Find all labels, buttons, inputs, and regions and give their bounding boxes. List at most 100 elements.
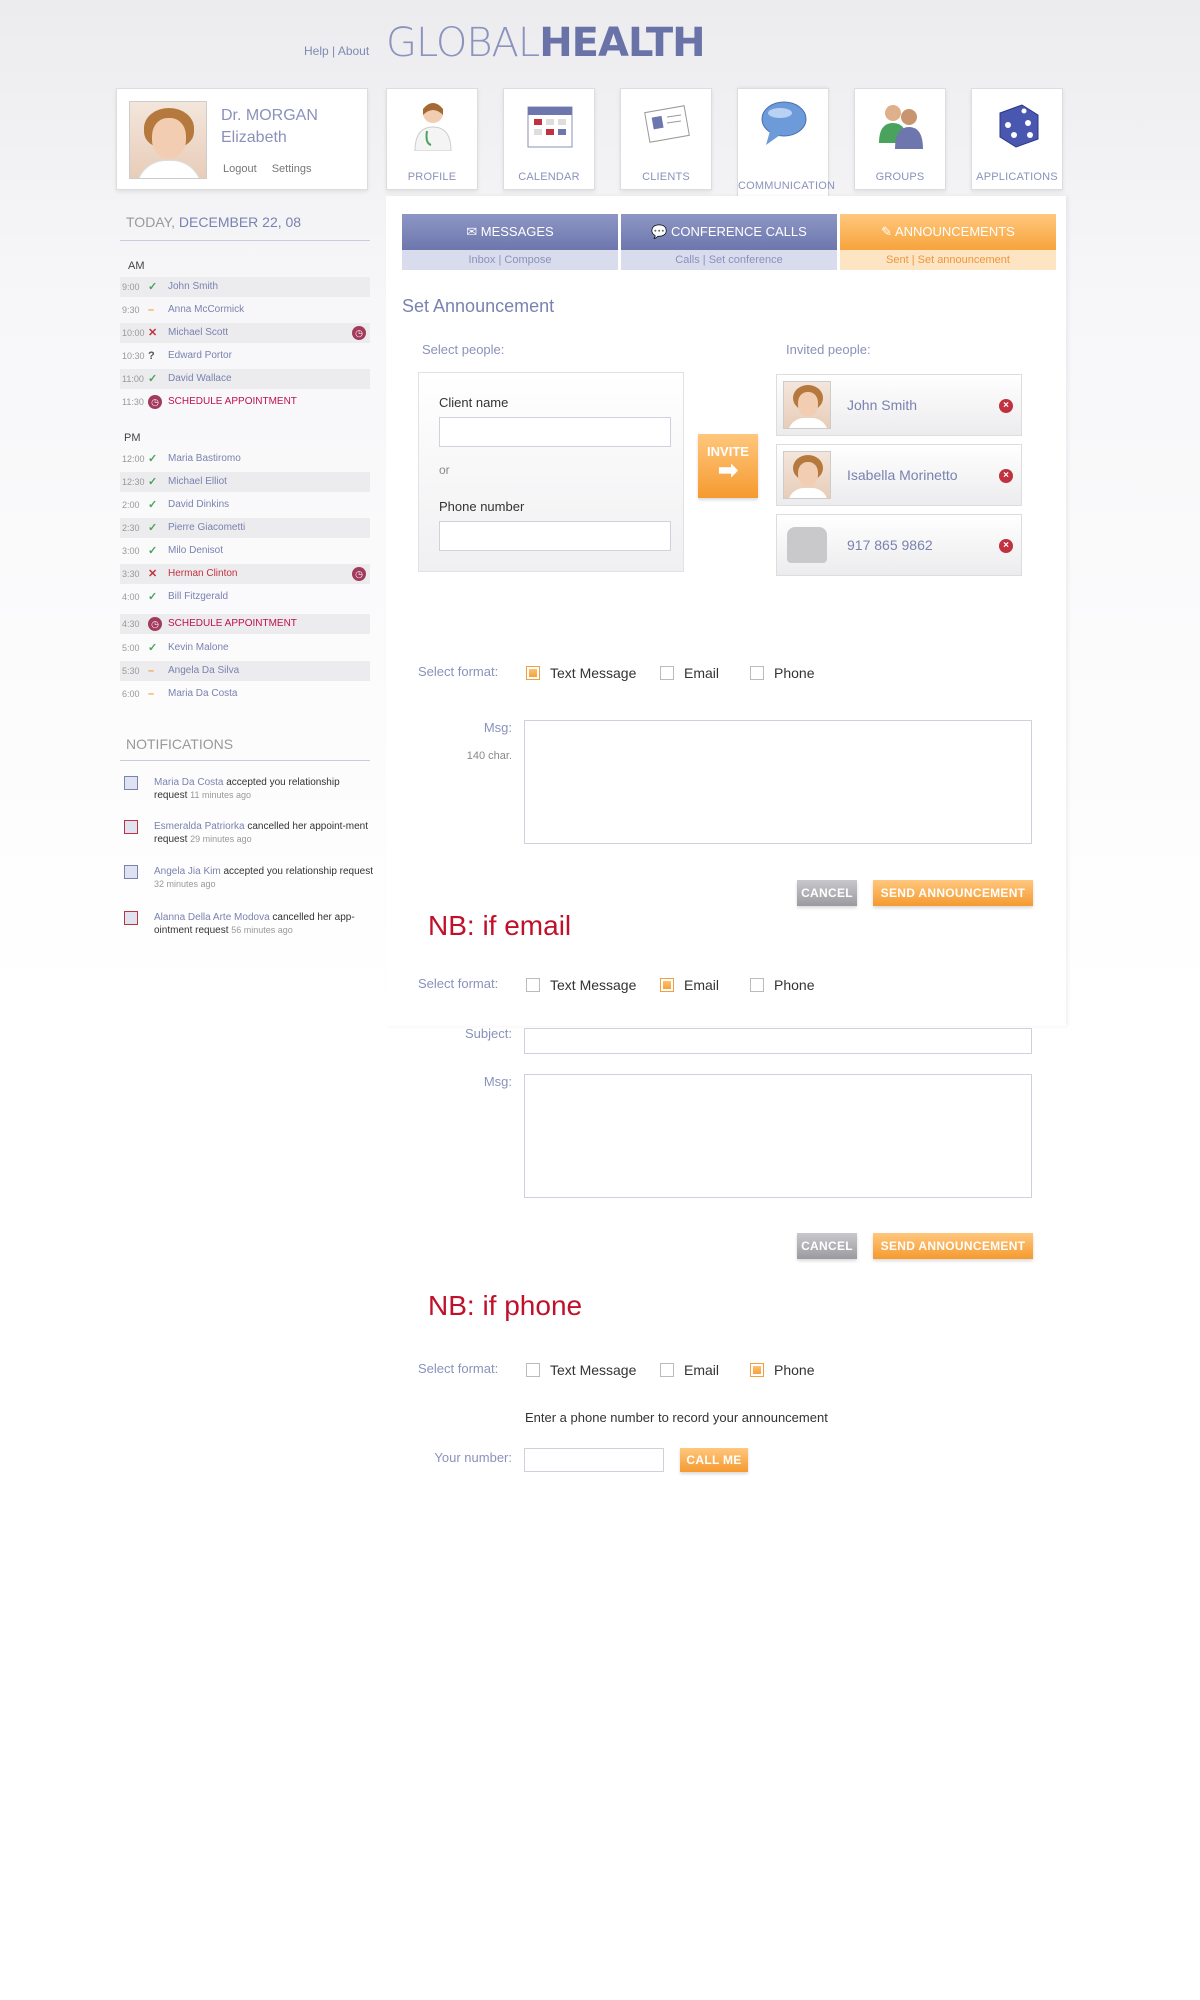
nav-tile-clients[interactable]: CLIENTS — [620, 88, 712, 190]
call-me-button[interactable]: CALL ME — [680, 1448, 748, 1472]
nav-tile-groups[interactable]: GROUPS — [854, 88, 946, 190]
cancel-button[interactable]: CANCEL — [797, 880, 857, 906]
check-icon: ✓ — [148, 476, 158, 488]
about-link[interactable]: About — [338, 44, 369, 58]
email-message-textarea[interactable] — [524, 1074, 1032, 1198]
subtab-announcements[interactable]: ✎ ANNOUNCEMENTS Sent | Set announcement — [840, 214, 1056, 270]
set-announcement-link[interactable]: Set announcement — [918, 254, 1010, 266]
nav-tile-profile[interactable]: PROFILE — [386, 88, 478, 190]
phone-checkbox[interactable] — [750, 666, 764, 680]
appointment-row[interactable]: 5:30 – Angela Da Silva — [120, 661, 370, 681]
text-message-checkbox[interactable] — [526, 978, 540, 992]
appointment-row[interactable]: 12:00 ✓ Maria Bastiromo — [120, 449, 370, 469]
am-label: AM — [128, 260, 145, 272]
avatar — [783, 381, 831, 429]
calls-link[interactable]: Calls — [675, 254, 699, 266]
telephone-icon — [787, 527, 827, 563]
check-icon: ✓ — [148, 522, 158, 534]
appointment-row[interactable]: 2:00 ✓ David Dinkins — [120, 495, 370, 515]
relationship-accepted-icon — [124, 865, 138, 879]
note-if-phone: NB: if phone — [428, 1290, 583, 1321]
phone-checkbox[interactable] — [750, 978, 764, 992]
text-message-checkbox[interactable] — [526, 666, 540, 680]
page-title: Set Announcement — [402, 296, 555, 316]
pending-icon: – — [148, 688, 155, 700]
subject-input[interactable] — [524, 1028, 1032, 1054]
appointment-row[interactable]: 9:00 ✓ John Smith — [120, 277, 370, 297]
logo: GLOBALHEALTH — [386, 20, 706, 66]
client-name-input[interactable] — [439, 417, 671, 447]
subtab-messages[interactable]: ✉ MESSAGES Inbox | Compose — [402, 214, 618, 270]
format-selector: Select format: Text Message Email Phone — [418, 664, 1018, 684]
schedule-appointment-row[interactable]: 11:30 ◷ SCHEDULE APPOINTMENT — [120, 392, 370, 412]
text-message-label: Text Message — [550, 1362, 637, 1378]
logo-light: GLOBAL — [386, 20, 540, 66]
dice-icon — [999, 104, 1039, 148]
set-conference-link[interactable]: Set conference — [709, 254, 783, 266]
doctor-first-name: Elizabeth — [221, 129, 287, 146]
check-icon: ✓ — [148, 281, 158, 293]
nav-tile-communication[interactable]: COMMUNICATION — [737, 88, 835, 198]
client-name-label: Client name — [439, 395, 509, 410]
invited-person-card: John Smith × — [776, 374, 1022, 436]
nav-tile-applications[interactable]: APPLICATIONS — [971, 88, 1063, 190]
appointment-row[interactable]: 10:00 ✕ Michael Scott ◷ — [120, 323, 370, 343]
clock-icon: ◷ — [148, 617, 162, 631]
email-checkbox[interactable] — [660, 666, 674, 680]
nav-label: APPLICATIONS — [976, 171, 1058, 183]
cancel-icon: ✕ — [148, 568, 158, 580]
phone-label: Phone — [774, 977, 815, 993]
pm-label: PM — [124, 432, 141, 444]
subtab-conference-calls[interactable]: 💬 CONFERENCE CALLS Calls | Set conferenc… — [621, 214, 837, 270]
select-format-label: Select format: — [418, 664, 499, 679]
phone-checkbox[interactable] — [750, 1363, 764, 1377]
profile-links: Logout Settings — [223, 163, 323, 175]
compose-link[interactable]: Compose — [504, 254, 551, 266]
your-number-input[interactable] — [524, 1448, 664, 1472]
sent-link[interactable]: Sent — [886, 254, 909, 266]
speech-bubble-icon — [761, 101, 807, 145]
help-link[interactable]: Help — [304, 44, 329, 58]
today-date: TODAY, DECEMBER 22, 08 — [126, 214, 301, 230]
appointment-row[interactable]: 10:30 ? Edward Portor — [120, 346, 370, 366]
appointment-row[interactable]: 3:00 ✓ Milo Denisot — [120, 541, 370, 561]
clock-icon[interactable]: ◷ — [352, 567, 366, 581]
phone-number-input[interactable] — [439, 521, 671, 551]
settings-link[interactable]: Settings — [272, 163, 312, 175]
appointment-row[interactable]: 2:30 ✓ Pierre Giacometti — [120, 518, 370, 538]
logout-link[interactable]: Logout — [223, 163, 257, 175]
email-checkbox[interactable] — [660, 978, 674, 992]
remove-icon[interactable]: × — [999, 399, 1013, 413]
text-message-checkbox[interactable] — [526, 1363, 540, 1377]
nav-label: CLIENTS — [642, 171, 690, 183]
invite-button[interactable]: INVITE ➡ — [698, 434, 758, 498]
invited-phone-card: 917 865 9862 × — [776, 514, 1022, 576]
appointment-row[interactable]: 9:30 – Anna McCormick — [120, 300, 370, 320]
link-separator: | — [332, 44, 336, 58]
appointment-row[interactable]: 3:30 ✕ Herman Clinton ◷ — [120, 564, 370, 584]
phone-label: Phone — [774, 665, 815, 681]
appointment-row[interactable]: 5:00 ✓ Kevin Malone — [120, 638, 370, 658]
cancel-button[interactable]: CANCEL — [797, 1233, 857, 1259]
inbox-link[interactable]: Inbox — [469, 254, 496, 266]
logo-bold: HEALTH — [539, 20, 705, 66]
appointment-row[interactable]: 6:00 – Maria Da Costa — [120, 684, 370, 704]
appointment-cancelled-icon — [124, 820, 138, 834]
remove-icon[interactable]: × — [999, 469, 1013, 483]
remove-icon[interactable]: × — [999, 539, 1013, 553]
email-checkbox[interactable] — [660, 1363, 674, 1377]
nav-label: PROFILE — [407, 171, 457, 183]
divider — [120, 240, 370, 241]
appointment-row[interactable]: 11:00 ✓ David Wallace — [120, 369, 370, 389]
schedule-appointment-row[interactable]: 4:30 ◷ SCHEDULE APPOINTMENT — [120, 614, 370, 634]
msg-label: Msg: — [483, 1074, 512, 1089]
doctor-icon — [414, 103, 452, 151]
nav-tile-calendar[interactable]: CALENDAR — [503, 88, 595, 190]
appointment-row[interactable]: 12:30 ✓ Michael Elliot — [120, 472, 370, 492]
invited-people-label: Invited people: — [786, 342, 871, 357]
message-textarea[interactable] — [524, 720, 1032, 844]
send-announcement-button[interactable]: SEND ANNOUNCEMENT — [873, 880, 1033, 906]
send-announcement-button[interactable]: SEND ANNOUNCEMENT — [873, 1233, 1033, 1259]
appointment-row[interactable]: 4:00 ✓ Bill Fitzgerald — [120, 587, 370, 607]
clock-icon[interactable]: ◷ — [352, 326, 366, 340]
